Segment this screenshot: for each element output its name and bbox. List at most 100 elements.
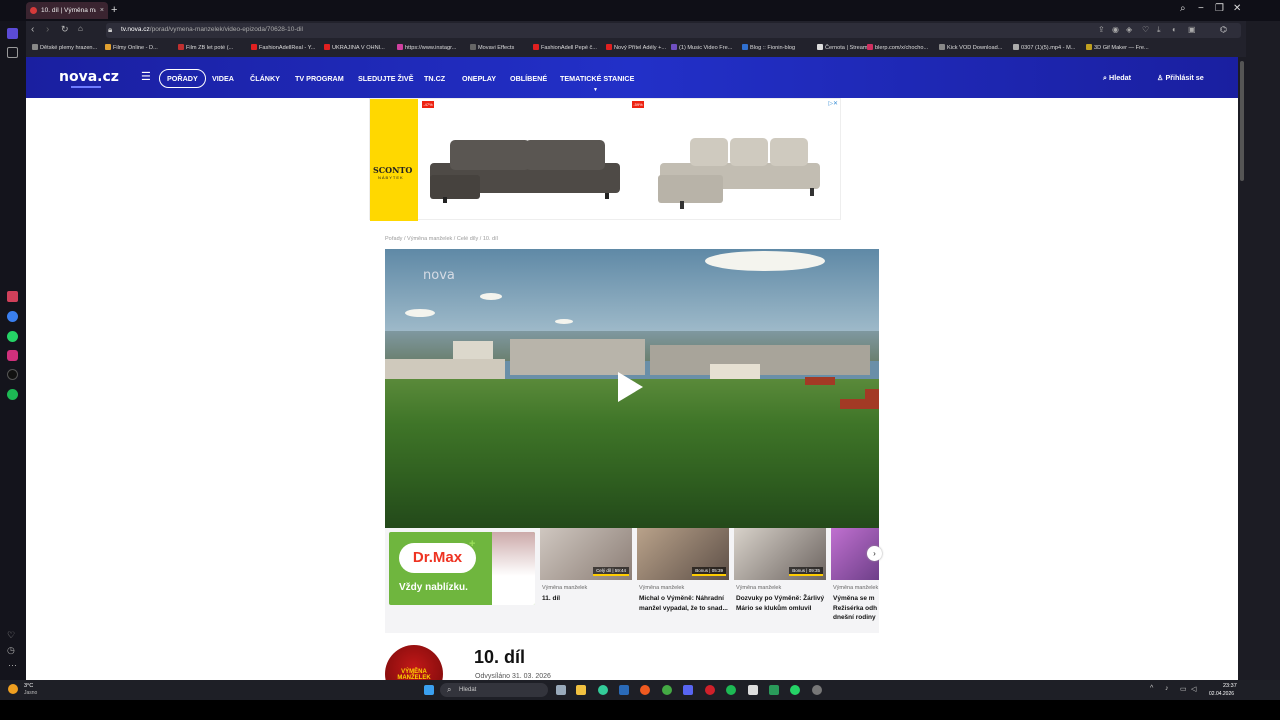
settings-icon[interactable]: [812, 685, 822, 695]
play-icon[interactable]: [618, 372, 643, 402]
spotify-taskbar-icon[interactable]: [726, 685, 736, 695]
bookmark-item[interactable]: Film ZB let poté (...: [178, 44, 233, 51]
more-icon[interactable]: ⋯: [8, 660, 17, 671]
scrollbar-thumb[interactable]: [1240, 61, 1244, 181]
nav-sledujte-zive[interactable]: SLEDUJTE ŽIVĚ: [358, 74, 414, 83]
mic-icon[interactable]: ♪: [1165, 685, 1169, 692]
bookmark-label: (1) Music Video Fre...: [679, 45, 733, 51]
app-icon[interactable]: [769, 685, 779, 695]
bookmark-item[interactable]: Nový Přítel Adély +...: [606, 44, 666, 51]
app-icon[interactable]: [748, 685, 758, 695]
messenger-icon[interactable]: [7, 311, 18, 322]
clock-date[interactable]: 02.04.2026: [1209, 691, 1234, 697]
task-view-icon[interactable]: [556, 685, 566, 695]
nav-oblibene[interactable]: OBLÍBENÉ: [510, 74, 547, 83]
chevron-right-icon[interactable]: ›: [867, 546, 882, 561]
close-window-icon[interactable]: ✕: [1233, 3, 1241, 14]
bookmark-item[interactable]: (1) Music Video Fre...: [671, 44, 732, 51]
firefox-icon[interactable]: [640, 685, 650, 695]
reload-icon[interactable]: ↻: [61, 24, 69, 35]
menu-icon[interactable]: ☰: [141, 70, 151, 83]
back-icon[interactable]: ‹: [31, 24, 34, 35]
related-video-card[interactable]: Bonus | 05:39 Výměna manželek Michal o V…: [637, 528, 729, 633]
bookmark-item[interactable]: FashionAdellReal - Y...: [251, 44, 315, 51]
ai-icon[interactable]: ⌬: [1220, 25, 1227, 34]
history-icon[interactable]: ◷: [7, 645, 15, 656]
nav-oneplay[interactable]: ONEPLAY: [462, 74, 496, 83]
heart-icon[interactable]: ♡: [7, 630, 15, 641]
video-player[interactable]: nova: [385, 249, 879, 528]
lock-status-icon[interactable]: ▣: [1188, 25, 1196, 34]
bookmark-item[interactable]: Černota | Stream: [817, 44, 868, 51]
nav-tematicke-stanice[interactable]: TEMATICKÉ STANICE: [560, 74, 634, 83]
tray-chevron-icon[interactable]: ^: [1150, 685, 1153, 692]
share-icon[interactable]: ⇪: [1098, 25, 1105, 34]
shield-icon[interactable]: ◈: [1126, 25, 1132, 34]
taskbar-search[interactable]: ⌕ Hledat: [440, 683, 548, 697]
app-icon[interactable]: [7, 291, 18, 302]
site-logo[interactable]: nova.cz: [59, 69, 119, 88]
bookmark-item[interactable]: 3D Gif Maker — Fre...: [1086, 44, 1149, 51]
whatsapp-taskbar-icon[interactable]: [790, 685, 800, 695]
nav-tn[interactable]: TN.CZ: [424, 74, 445, 83]
url-field[interactable]: 🔒︎ tv.nova.cz/porad/vymena-manzelek/vide…: [106, 23, 1241, 38]
nav-tv-program[interactable]: TV PROGRAM: [295, 74, 344, 83]
spotify-icon[interactable]: [7, 389, 18, 400]
bookmark-item[interactable]: Movavi Effects: [470, 44, 514, 51]
home-button-icon[interactable]: ⌂: [78, 24, 83, 33]
drmax-promo[interactable]: Dr.Max + Vždy nablízku.: [389, 532, 535, 605]
header-search[interactable]: ⌕ Hledat: [1103, 73, 1131, 83]
heart-bookmark-icon[interactable]: ♡: [1142, 25, 1149, 34]
tiktok-icon[interactable]: [7, 369, 18, 380]
bookmark-label: 0307 (1)(5).mp4 - M...: [1021, 45, 1076, 51]
opera-taskbar-icon[interactable]: [705, 685, 715, 695]
bookmark-item[interactable]: FashionAdell Pepé č...: [533, 44, 597, 51]
restore-icon[interactable]: ❐: [1215, 3, 1224, 14]
breadcrumb-item[interactable]: Pořady: [385, 236, 402, 242]
ad-close-icon[interactable]: ▷✕: [828, 100, 838, 107]
bookmark-item[interactable]: Dětské plemy hrazen...: [32, 44, 97, 51]
tab-active[interactable]: 10. díl | Výměna manželek ×: [26, 2, 108, 19]
weather-icon[interactable]: [8, 684, 18, 694]
bookmark-item[interactable]: Blog :: Fionin-blog: [742, 44, 795, 51]
scrollbar[interactable]: [1238, 57, 1246, 680]
advertisement-banner[interactable]: SCONTO NÁBYTEK -47% -59% ▷✕: [369, 98, 841, 221]
chrome-icon[interactable]: [598, 685, 608, 695]
search-tabs-icon[interactable]: ⌕: [1180, 3, 1186, 14]
nav-porady[interactable]: POŘADY: [159, 69, 206, 88]
speed-dial-icon[interactable]: [7, 47, 18, 58]
windows-start-icon[interactable]: [424, 685, 434, 695]
close-tab-icon[interactable]: ×: [100, 7, 104, 14]
instagram-icon[interactable]: [7, 350, 18, 361]
bookmark-item[interactable]: Kick VOD Download...: [939, 44, 1002, 51]
file-explorer-icon[interactable]: [576, 685, 586, 695]
card-show: Výměna manželek: [639, 585, 685, 591]
bookmark-item[interactable]: UKRAJINA V OHNI...: [324, 44, 385, 51]
bookmark-item[interactable]: https://www.instagr...: [397, 44, 456, 51]
whatsapp-icon[interactable]: [7, 331, 18, 342]
camera-icon[interactable]: ◉: [1112, 25, 1119, 34]
breadcrumb-item[interactable]: Celé díly: [457, 236, 478, 242]
home-icon[interactable]: [7, 28, 18, 39]
network-icon[interactable]: ▭: [1180, 685, 1187, 693]
steam-icon[interactable]: [619, 685, 629, 695]
breadcrumb-item[interactable]: Výměna manželek: [407, 236, 452, 242]
discord-icon[interactable]: [683, 685, 693, 695]
related-video-card[interactable]: Celý díl | 59:44 Výměna manželek 11. díl: [540, 528, 632, 633]
nav-clanky[interactable]: ČLÁNKY: [250, 74, 280, 83]
bookmark-item[interactable]: blerp.com/x/chocho...: [867, 44, 928, 51]
new-tab-button[interactable]: +: [111, 4, 117, 16]
profile-icon[interactable]: ◐: [1172, 25, 1177, 34]
related-video-card[interactable]: Výměna manželek Výměna se m Režisérka od…: [831, 528, 879, 633]
volume-icon[interactable]: ◁: [1191, 685, 1196, 693]
chrome-alt-icon[interactable]: [662, 685, 672, 695]
related-video-card[interactable]: Bonus | 09:35 Výměna manželek Dozvuky po…: [734, 528, 826, 633]
download-icon[interactable]: ⤓: [1157, 25, 1161, 35]
nav-videa[interactable]: VIDEA: [212, 74, 234, 83]
header-login[interactable]: ♙ Přihlásit se: [1157, 73, 1204, 82]
forward-icon[interactable]: ›: [46, 24, 49, 35]
clock-time[interactable]: 23:37: [1223, 683, 1237, 689]
bookmark-item[interactable]: 0307 (1)(5).mp4 - M...: [1013, 44, 1075, 51]
bookmark-item[interactable]: Filmy Online - D...: [105, 44, 158, 51]
minimize-icon[interactable]: −: [1198, 3, 1204, 14]
